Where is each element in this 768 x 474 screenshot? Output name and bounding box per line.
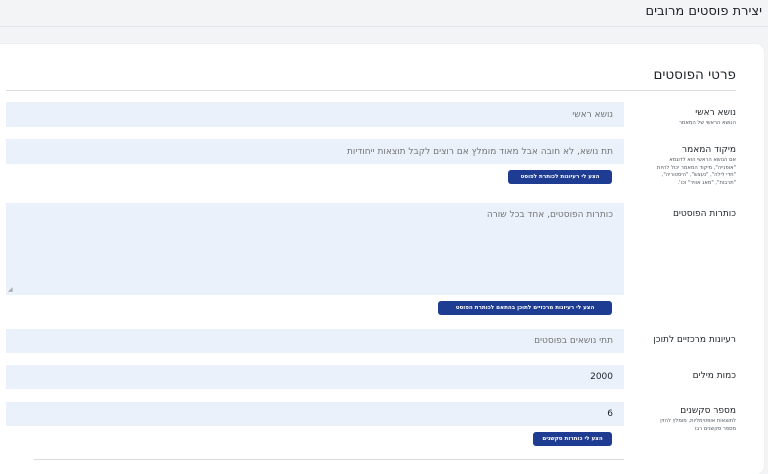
top-bar: יצירת פוסטים מרובים: [0, 0, 768, 27]
word-count-label: כמות מילים: [692, 371, 736, 381]
main-topic-sublabel: הנושא הראשי של המאמר: [678, 120, 736, 126]
focus-sublabel-line: "חדי לילה", "נעצש", "היסטוריה",: [661, 172, 736, 178]
focus-sublabel-line: "אופנייה", מיקוד המאמר יכול להיות: [657, 164, 736, 171]
titles-label-group: כותרות הפוסטים: [636, 208, 736, 220]
sections-sublabel-line: מספר סקשנים רבו: [694, 425, 736, 432]
titles-label: כותרות הפוסטים: [672, 209, 736, 219]
content-ideas-label-group: רעיונות מרכזיים לתוכן: [636, 334, 736, 346]
focus-sublabel-line: "תרבות", "מאג אוויר" וכו'.: [677, 179, 736, 186]
sections-sublabel-line: לתוצאות אופטימליות, מומלץ להזין: [660, 418, 736, 424]
word-count-input[interactable]: 2000: [6, 365, 624, 389]
main-topic-label-group: נושא ראשי הנושא הראשי של המאמר: [636, 107, 736, 128]
suggest-title-ideas-button[interactable]: הצע לי רעיונות לכותרת לפוסט: [508, 170, 612, 184]
sections-count-input[interactable]: 6: [6, 402, 624, 426]
focus-label-group: מיקוד המאמר אם הנושא הראשי הוא לדוגמא "א…: [636, 144, 736, 187]
section-title: פרטי הפוסטים: [653, 67, 736, 83]
suggest-section-titles-button[interactable]: הצע לי כותרות סקשנים: [533, 432, 612, 446]
sections-label-group: מספר סקשנים לתוצאות אופטימליות, מומלץ לה…: [636, 405, 736, 433]
suggest-content-ideas-button[interactable]: הצע לי רעיונות מרכזיים לתוכן בהתאם לכותר…: [438, 301, 612, 315]
focus-input[interactable]: [6, 139, 624, 164]
focus-sublabel-line: אם הנושא הראשי הוא לדוגמא: [669, 157, 736, 163]
bottom-divider: [34, 459, 624, 460]
main-topic-label: נושא ראשי: [695, 108, 736, 118]
content-ideas-label: רעיונות מרכזיים לתוכן: [653, 335, 736, 345]
titles-textarea[interactable]: [6, 203, 624, 295]
focus-label: מיקוד המאמר: [682, 145, 736, 155]
section-divider: [6, 90, 736, 91]
content-ideas-input[interactable]: [6, 329, 624, 353]
word-count-label-group: כמות מילים: [636, 370, 736, 382]
page-title: יצירת פוסטים מרובים: [645, 4, 763, 19]
main-topic-input[interactable]: [6, 102, 624, 127]
resize-handle-icon[interactable]: ◢: [8, 286, 13, 293]
sections-label: מספר סקשנים: [680, 406, 736, 416]
